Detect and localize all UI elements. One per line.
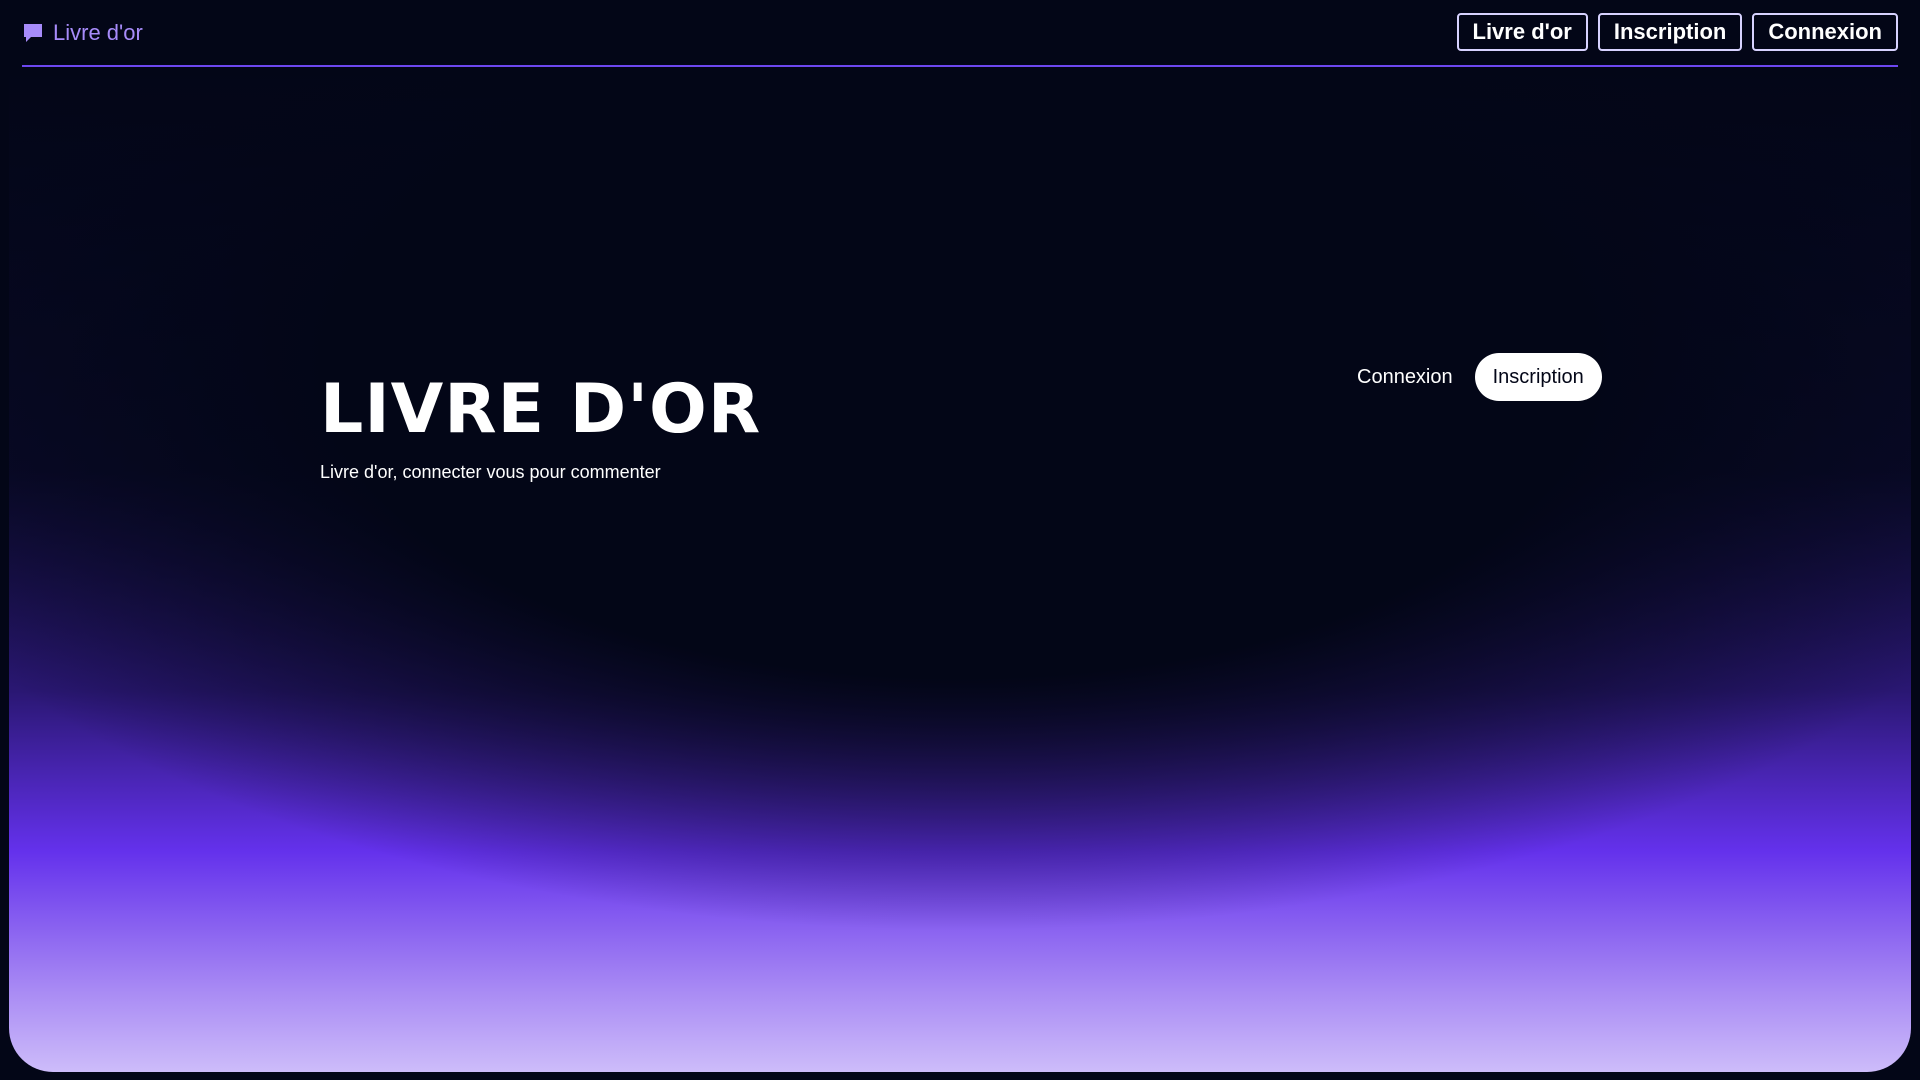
hero-title: LIVRE D'OR (320, 370, 762, 449)
hero-inscription-button[interactable]: Inscription (1474, 353, 1602, 401)
nav-livre-dor-button[interactable]: Livre d'or (1456, 13, 1588, 51)
brand-link[interactable]: Livre d'or (22, 20, 143, 46)
hero-connexion-button[interactable]: Connexion (1349, 366, 1461, 389)
hero-subtitle: Livre d'or, connecter vous pour commente… (320, 462, 661, 482)
brand-label: Livre d'or (53, 20, 143, 45)
hero-actions: Connexion Inscription (1349, 353, 1602, 401)
hero-section: LIVRE D'OR Livre d'or, connecter vous po… (9, 70, 1911, 1072)
page: Livre d'or Livre d'or Inscription Connex… (0, 0, 1920, 1080)
nav-inscription-button[interactable]: Inscription (1597, 13, 1743, 51)
comment-icon (22, 22, 44, 44)
nav-button-group: Livre d'or Inscription Connexion (1456, 13, 1898, 51)
nav-connexion-button[interactable]: Connexion (1752, 13, 1898, 51)
top-navbar: Livre d'or Livre d'or Inscription Connex… (22, 0, 1898, 67)
